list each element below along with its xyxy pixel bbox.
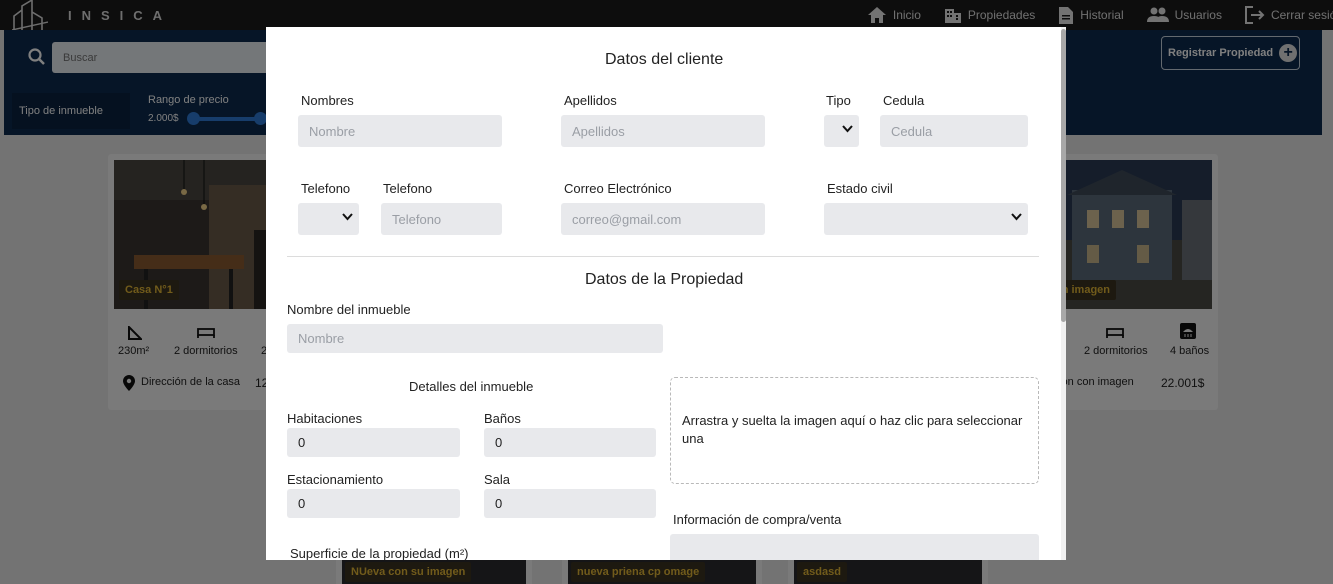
- apellidos-input[interactable]: [561, 115, 765, 147]
- telefono-code-label: Telefono: [301, 181, 351, 196]
- telefono-input[interactable]: [381, 203, 502, 235]
- sala-label: Sala: [484, 472, 511, 487]
- compra-venta-textarea[interactable]: [670, 534, 1039, 560]
- nombres-label: Nombres: [301, 93, 354, 108]
- habitaciones-label: Habitaciones: [287, 411, 363, 426]
- nombre-inmueble-label: Nombre del inmueble: [287, 302, 411, 317]
- estacionamiento-label: Estacionamiento: [287, 472, 384, 487]
- image-dropzone[interactable]: Arrastra y suelta la imagen aquí o haz c…: [670, 377, 1039, 484]
- datos-propiedad-title: Datos de la Propiedad: [585, 271, 744, 288]
- chevron-down-icon: [842, 125, 853, 133]
- estado-civil-select[interactable]: [824, 203, 1028, 235]
- tipo-documento-select[interactable]: [824, 115, 859, 147]
- tipo-label: Tipo: [826, 93, 851, 108]
- dropzone-text: Arrastra y suelta la imagen aquí o haz c…: [682, 413, 1023, 446]
- modal-scrollbar-thumb[interactable]: [1061, 29, 1066, 322]
- banos-label: Baños: [484, 411, 521, 426]
- superficie-label: Superficie de la propiedad (m²): [290, 546, 469, 560]
- nombre-inmueble-input[interactable]: [287, 324, 663, 353]
- compra-venta-label: Información de compra/venta: [673, 512, 842, 527]
- telefono-label: Telefono: [383, 181, 433, 196]
- nombres-input[interactable]: [298, 115, 502, 147]
- telefono-code-select[interactable]: [298, 203, 359, 235]
- correo-label: Correo Electrónico: [564, 181, 672, 196]
- cedula-label: Cedula: [883, 93, 925, 108]
- sala-input[interactable]: [484, 489, 656, 518]
- registrar-propiedad-modal: Datos del cliente Nombres Apellidos Tipo…: [266, 27, 1066, 560]
- chevron-down-icon: [342, 213, 353, 221]
- habitaciones-input[interactable]: [287, 428, 460, 457]
- cedula-input[interactable]: [880, 115, 1028, 147]
- section-divider: [287, 256, 1039, 257]
- banos-input[interactable]: [484, 428, 656, 457]
- estacionamiento-input[interactable]: [287, 489, 460, 518]
- app-page: INSICA Inicio Propiedades Historial Usua…: [0, 0, 1333, 584]
- apellidos-label: Apellidos: [564, 93, 617, 108]
- chevron-down-icon: [1011, 213, 1022, 221]
- estado-civil-label: Estado civil: [827, 181, 893, 196]
- datos-cliente-title: Datos del cliente: [605, 51, 724, 68]
- correo-input[interactable]: [561, 203, 765, 235]
- detalles-inmueble-title: Detalles del inmueble: [409, 379, 534, 394]
